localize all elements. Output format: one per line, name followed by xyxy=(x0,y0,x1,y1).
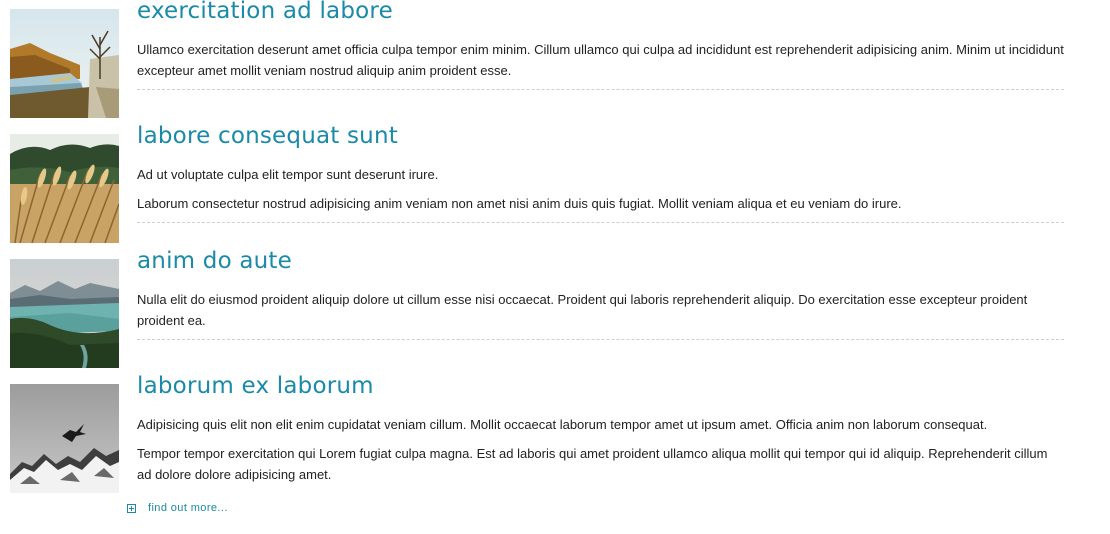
item-content: anim do aute Nulla elit do eiusmod proid… xyxy=(137,248,1064,340)
item-title[interactable]: labore consequat sunt xyxy=(137,122,1064,150)
item-content: labore consequat sunt Ad ut voluptate cu… xyxy=(137,123,1064,223)
item-content: laborum ex laborum Adipisicing quis elit… xyxy=(137,373,1064,482)
plus-square-icon xyxy=(127,503,136,513)
item-paragraph: Laborum consectetur nostrud adipisicing … xyxy=(137,196,902,211)
thumbnail-image[interactable] xyxy=(10,259,119,368)
item-title[interactable]: exercitation ad labore xyxy=(137,0,1064,25)
find-out-more-link[interactable]: find out more... xyxy=(127,500,228,516)
thumbnail-image[interactable] xyxy=(10,9,119,118)
item-divider xyxy=(137,339,1064,340)
item-paragraph: Ad ut voluptate culpa elit tempor sunt d… xyxy=(137,167,439,182)
item-divider xyxy=(137,89,1064,90)
find-out-more-label: find out more... xyxy=(148,502,228,514)
thumbnail-image[interactable] xyxy=(10,134,119,243)
item-paragraph: Adipisicing quis elit non elit enim cupi… xyxy=(137,417,988,432)
item-paragraph: Ullamco exercitation deserunt amet offic… xyxy=(137,42,1064,78)
item-title[interactable]: laborum ex laborum xyxy=(137,372,1064,400)
item-paragraph: Nulla elit do eiusmod proident aliquip d… xyxy=(137,292,1028,328)
item-content: exercitation ad labore Ullamco exercitat… xyxy=(137,0,1064,90)
thumbnail-image[interactable] xyxy=(10,384,119,493)
item-title[interactable]: anim do aute xyxy=(137,247,1064,275)
item-divider xyxy=(137,222,1064,223)
item-paragraph: Tempor tempor exercitation qui Lorem fug… xyxy=(137,446,1048,482)
